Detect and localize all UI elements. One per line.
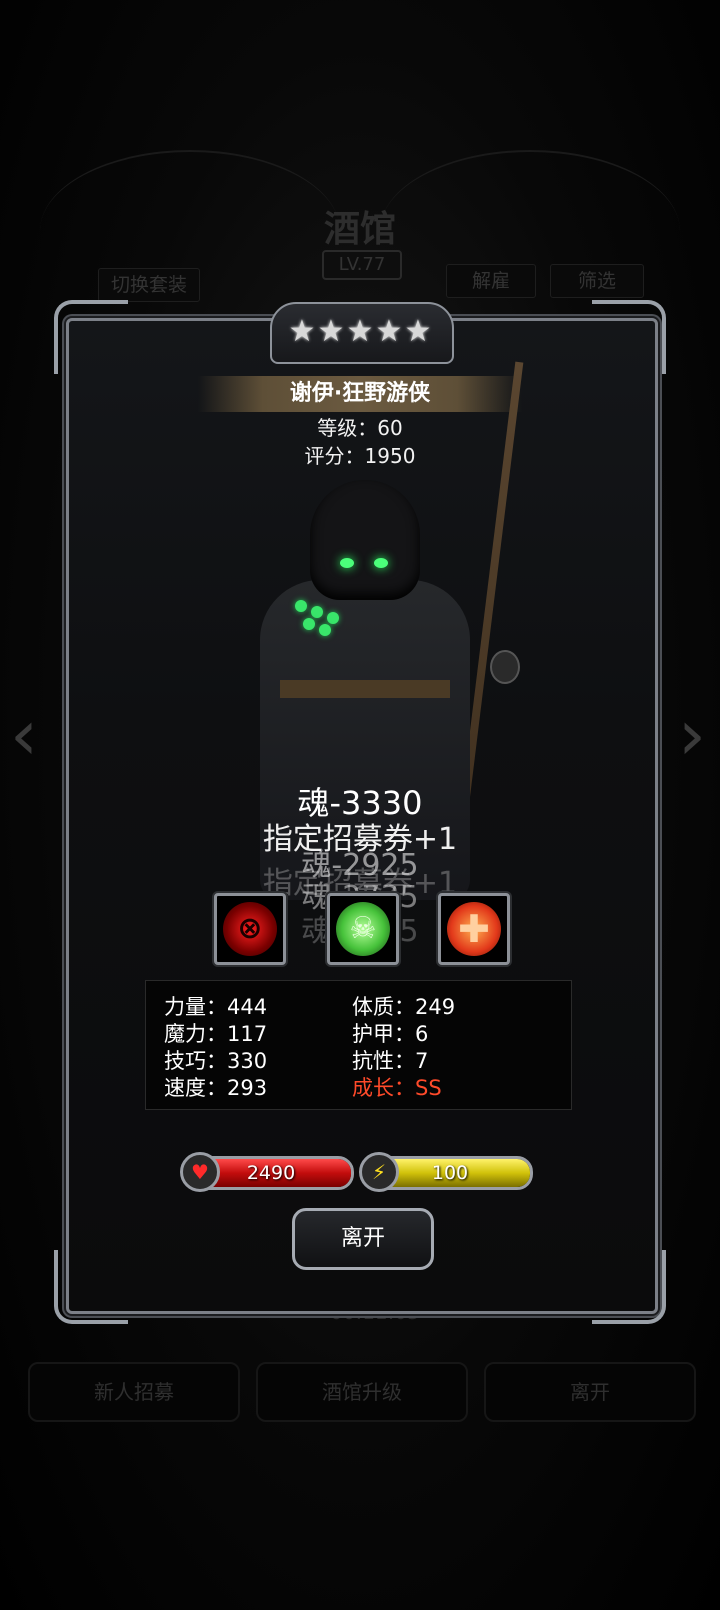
reward-float-text: 指定招募券+1: [262, 822, 458, 857]
stat-resistance: 抗性：7: [352, 1049, 429, 1073]
hero-level: 等级：60: [317, 416, 403, 440]
vial-icon: [303, 618, 315, 630]
tavern-upgrade-button: 酒馆升级: [256, 1362, 468, 1422]
star-icon: ★: [288, 314, 316, 349]
vial-icon: [319, 624, 331, 636]
stat-speed: 速度：293: [164, 1076, 268, 1100]
star-icon: ★: [375, 314, 403, 349]
filter-button: 筛选: [550, 264, 644, 298]
censer-icon: [490, 650, 520, 684]
star-icon: ★: [404, 314, 432, 349]
stat-strength: 力量：444: [164, 995, 268, 1019]
frame-corner-top-right: [592, 300, 666, 374]
star-icon: ★: [346, 314, 374, 349]
hero-hood: [310, 480, 420, 600]
green-vials: [295, 600, 365, 640]
frame-corner-bottom-left: [54, 1250, 128, 1324]
crosshair-skill-icon: ⊗: [237, 911, 263, 946]
stats-panel: 力量：444 体质：249 魔力：117 护甲：6 技巧：330 抗性：7 速度…: [145, 980, 572, 1110]
stat-constitution: 体质：249: [352, 995, 456, 1019]
skull-skill-icon: ☠: [349, 911, 377, 946]
hero-belt: [280, 680, 450, 698]
lightning-icon: ⚡: [359, 1152, 399, 1192]
heart-icon: ♥: [180, 1152, 220, 1192]
vial-icon: [295, 600, 307, 612]
next-hero-arrow-icon[interactable]: ›: [678, 700, 706, 770]
new-recruit-button: 新人招募: [28, 1362, 240, 1422]
dismiss-button: 解雇: [446, 264, 536, 298]
star-icon: ★: [317, 314, 345, 349]
stat-armor: 护甲：6: [352, 1022, 429, 1046]
switch-outfit-button: 切换套装: [98, 268, 200, 302]
stat-growth: 成长：SS: [352, 1076, 442, 1100]
vial-icon: [327, 612, 339, 624]
skill-slot-1[interactable]: ⊗: [214, 893, 286, 965]
glowing-eye-icon: [374, 558, 388, 568]
skill-slot-3[interactable]: ✚: [438, 893, 510, 965]
medical-cross-skill-icon: ✚: [458, 907, 490, 951]
prev-hero-arrow-icon[interactable]: ‹: [10, 700, 38, 770]
star-rating: ★ ★ ★ ★ ★: [288, 314, 432, 354]
leave-tavern-button: 离开: [484, 1362, 696, 1422]
vial-icon: [311, 606, 323, 618]
frame-corner-top-left: [54, 300, 128, 374]
tavern-level-badge: LV.77: [322, 250, 402, 280]
frame-corner-bottom-right: [592, 1250, 666, 1324]
leave-button[interactable]: 离开: [292, 1208, 434, 1270]
glowing-eye-icon: [340, 558, 354, 568]
hero-name: 谢伊·狂野游侠: [198, 376, 522, 412]
tavern-title: 酒馆: [323, 209, 396, 250]
stat-skill: 技巧：330: [164, 1049, 268, 1073]
stat-magic: 魔力：117: [164, 1022, 268, 1046]
skill-slot-2[interactable]: ☠: [327, 893, 399, 965]
